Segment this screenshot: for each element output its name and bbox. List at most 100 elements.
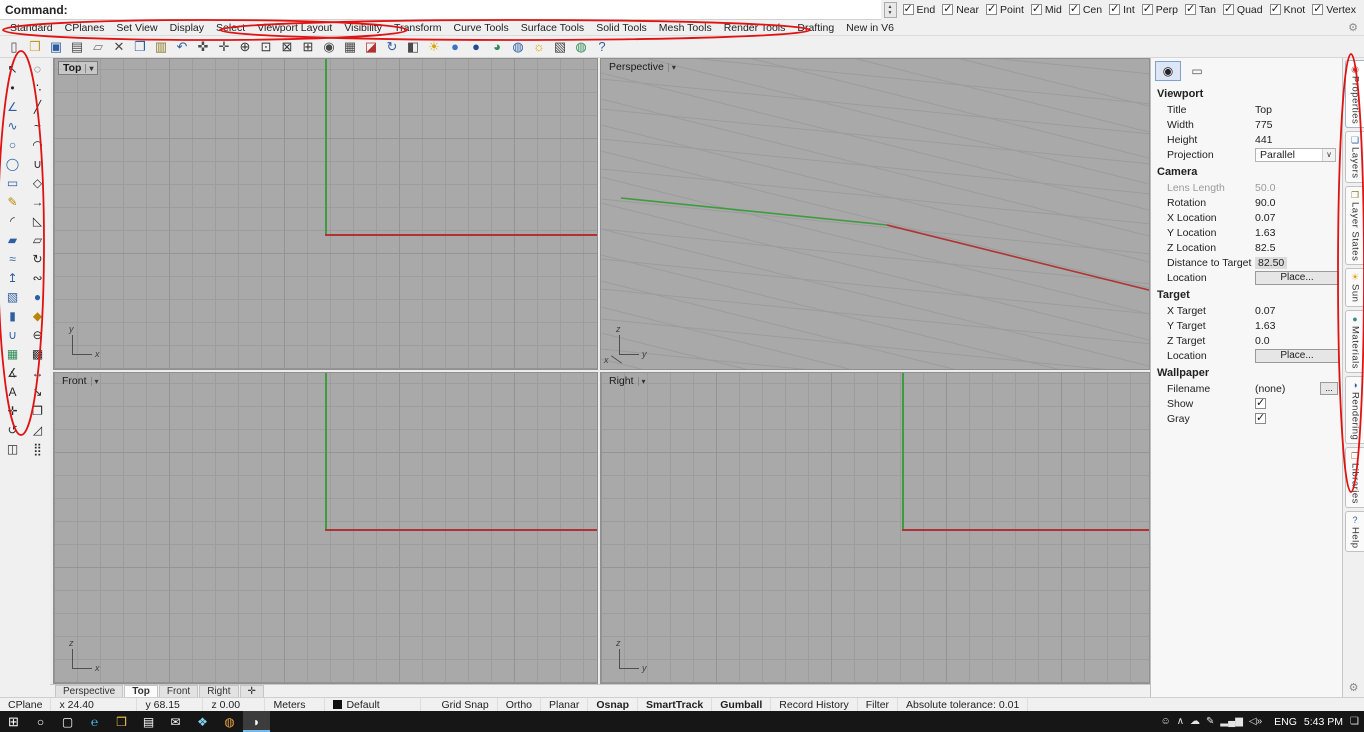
osnap-toggle[interactable]: Point — [985, 2, 1024, 16]
toolbar-tab[interactable]: Transform — [388, 21, 447, 35]
distance-to-target-value[interactable]: 82.50 — [1255, 256, 1288, 269]
dimension-icon[interactable]: ↔ — [26, 364, 49, 383]
rendered-view-icon[interactable]: ● — [467, 38, 485, 56]
erase-icon[interactable]: ◪ — [362, 38, 380, 56]
clock[interactable]: 5:43 PM — [1304, 716, 1343, 728]
toolbar-tab[interactable]: Surface Tools — [515, 21, 590, 35]
people-icon[interactable]: ☺ — [1160, 716, 1170, 727]
viewport-page-tab-top[interactable]: Top — [124, 685, 158, 697]
show-checkbox[interactable] — [1255, 396, 1266, 409]
layer-pane[interactable]: Default — [325, 698, 422, 711]
mesh-icon[interactable]: ▦ — [1, 345, 24, 364]
viewport-menu-arrow-icon[interactable] — [637, 376, 648, 386]
print-icon[interactable]: ▤ — [68, 38, 86, 56]
lasso-select-icon[interactable]: ◌ — [26, 60, 49, 79]
tab-help[interactable]: ? Help — [1344, 510, 1364, 553]
tab-libraries[interactable]: ❒ Libraries — [1344, 446, 1364, 508]
boolean-union-icon[interactable]: ∪ — [1, 326, 24, 345]
scale-tool-icon[interactable]: ◿ — [26, 421, 49, 440]
arc-icon[interactable]: ◠ — [26, 136, 49, 155]
conic-icon[interactable]: ∪ — [26, 155, 49, 174]
grid-snap-toggle[interactable]: Grid Snap — [433, 698, 498, 711]
toolbar-tab[interactable]: Drafting — [791, 21, 840, 35]
x-coordinate[interactable]: x 24.40 — [51, 698, 138, 711]
osnap-toggle[interactable]: Int — [1109, 2, 1135, 16]
z-coordinate[interactable]: z 0.00 — [203, 698, 266, 711]
gear-icon[interactable]: ⚙ — [1348, 21, 1358, 34]
cut-icon[interactable]: ✕ — [110, 38, 128, 56]
gray-checkbox[interactable] — [1255, 411, 1266, 424]
toolbar-tab[interactable]: Curve Tools — [448, 21, 515, 35]
osnap-toggle[interactable]: Quad — [1222, 2, 1263, 16]
earth-icon[interactable]: ◍ — [572, 38, 590, 56]
polygon-icon[interactable]: ◇ — [26, 174, 49, 193]
viewport-perspective-title[interactable]: Perspective — [605, 61, 680, 73]
move-tool-icon[interactable]: ✛ — [1, 402, 24, 421]
zoom-dynamic-icon[interactable]: ⊕ — [236, 38, 254, 56]
rotate-view-icon[interactable]: ↻ — [383, 38, 401, 56]
extend-curve-icon[interactable]: → — [26, 193, 49, 212]
toolbar-tab[interactable]: Select — [210, 21, 251, 35]
shaded-view-icon[interactable]: ● — [446, 38, 464, 56]
y-target-value[interactable]: 1.63 — [1255, 320, 1342, 332]
export-icon[interactable]: ▱ — [89, 38, 107, 56]
zoom-extents-icon[interactable]: ⊠ — [278, 38, 296, 56]
viewport-page-tab-perspective[interactable]: Perspective — [55, 685, 124, 697]
tab-sun[interactable]: ☀ Sun — [1344, 268, 1364, 307]
solid-tools-icon[interactable]: ◆ — [26, 307, 49, 326]
toolbar-tab[interactable]: Mesh Tools — [653, 21, 718, 35]
viewport-right-title[interactable]: Right — [605, 375, 650, 387]
z-target-value[interactable]: 0.0 — [1255, 335, 1342, 347]
start-button[interactable]: ⊞ — [0, 711, 27, 732]
toolbar-tab[interactable]: Set View — [110, 21, 163, 35]
browser-icon[interactable]: ◍ — [216, 711, 243, 732]
photos-icon[interactable]: ❖ — [189, 711, 216, 732]
viewport-top[interactable]: Top y x — [53, 58, 598, 370]
text-icon[interactable]: A — [1, 383, 24, 402]
circle-icon[interactable]: ○ — [1, 136, 24, 155]
cplane-icon[interactable]: ▧ — [551, 38, 569, 56]
osnap-toggle[interactable]: Osnap — [588, 698, 639, 711]
polyline-icon[interactable]: ∠ — [1, 98, 24, 117]
gear-icon[interactable]: ⚙ — [1349, 681, 1359, 694]
viewport-perspective[interactable]: Perspective z y x — [600, 58, 1150, 370]
osnap-toggle[interactable]: Vertex — [1312, 2, 1356, 16]
action-center-icon[interactable]: ❏ — [1350, 716, 1359, 727]
copy-icon[interactable]: ❐ — [131, 38, 149, 56]
sweep-icon[interactable]: ∾ — [26, 269, 49, 288]
rotation-value[interactable]: 90.0 — [1255, 197, 1342, 209]
zoom-window-icon[interactable]: ⊡ — [257, 38, 275, 56]
save-icon[interactable]: ▣ — [47, 38, 65, 56]
tab-materials[interactable]: ● Materials — [1344, 309, 1364, 373]
rotate-tool-icon[interactable]: ↺ — [1, 421, 24, 440]
pen-icon[interactable]: ✎ — [1206, 716, 1214, 727]
tab-layer-states[interactable]: ❐ Layer States — [1344, 185, 1364, 266]
hidden-icons-chevron[interactable]: ∧ — [1177, 716, 1184, 727]
paste-icon[interactable]: ▥ — [152, 38, 170, 56]
open-file-icon[interactable]: ❒ — [26, 38, 44, 56]
viewport-page-tab-right[interactable]: Right — [199, 685, 239, 697]
y-location-value[interactable]: 1.63 — [1255, 227, 1342, 239]
move-icon[interactable]: ✛ — [215, 38, 233, 56]
cplane-pane[interactable]: CPlane — [0, 698, 52, 711]
loft-icon[interactable]: ≈ — [1, 250, 24, 269]
ortho-toggle[interactable]: Ortho — [498, 698, 541, 711]
osnap-toggle[interactable]: End — [902, 2, 935, 16]
osnap-toggle[interactable]: Cen — [1068, 2, 1102, 16]
toolbar-tab[interactable]: Solid Tools — [590, 21, 653, 35]
viewport-page-tab-front[interactable]: Front — [158, 685, 199, 697]
select-pointer-icon[interactable]: ↖ — [1, 60, 24, 79]
toolbar-tab[interactable]: Standard — [4, 21, 59, 35]
filter-toggle[interactable]: Filter — [858, 698, 899, 711]
record-history-toggle[interactable]: Record History — [771, 698, 858, 711]
cylinder-icon[interactable]: ▮ — [1, 307, 24, 326]
viewport-front[interactable]: Front z x — [53, 372, 598, 684]
command-history-spinner[interactable]: ▲ ▼ — [883, 1, 897, 18]
language-indicator[interactable]: ENG — [1274, 716, 1297, 728]
browse-file-button[interactable]: ... — [1320, 382, 1338, 395]
new-file-icon[interactable]: ▯ — [5, 38, 23, 56]
rectangle-icon[interactable]: ▭ — [1, 174, 24, 193]
toolbar-tab[interactable]: New in V6 — [840, 21, 900, 35]
lamp-icon[interactable]: ☀ — [425, 38, 443, 56]
width-value[interactable]: 775 — [1255, 119, 1342, 131]
